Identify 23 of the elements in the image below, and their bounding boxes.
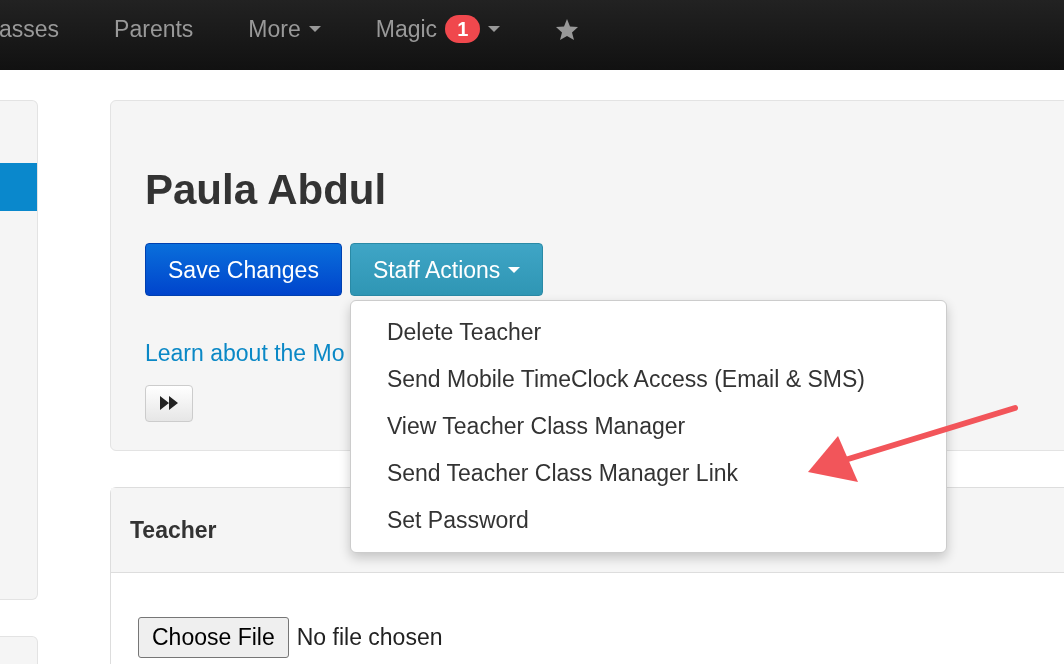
- teacher-name: Paula Abdul: [145, 165, 388, 215]
- choose-file-button[interactable]: Choose File: [138, 617, 289, 658]
- menu-item[interactable]: Send Mobile TimeClock Access (Email & SMS): [350, 356, 946, 404]
- notification-badge: 1: [445, 15, 481, 43]
- menu-item[interactable]: Delete Teacher: [350, 309, 946, 357]
- nav-link[interactable]: asses: [0, 11, 60, 47]
- nav-dropdown[interactable]: More: [248, 11, 321, 47]
- menu-item[interactable]: View Teacher Class Manager: [350, 403, 946, 451]
- caret-icon: [308, 26, 321, 32]
- file-status: No file chosen: [296, 623, 443, 652]
- favorites-star-icon[interactable]: [555, 17, 580, 41]
- side-panel: [0, 636, 38, 664]
- menu-item[interactable]: Send Teacher Class Manager Link: [350, 450, 946, 498]
- menu-item[interactable]: Set Password: [350, 497, 946, 545]
- fast-forward-button[interactable]: [145, 384, 193, 422]
- save-button[interactable]: Save Changes: [145, 243, 342, 297]
- fast-forward-icon: [159, 395, 179, 412]
- caret-icon: [508, 266, 521, 273]
- nav-dropdown[interactable]: Magic 1: [375, 11, 501, 47]
- card-title: Teacher: [130, 515, 217, 545]
- nav-link[interactable]: Parents: [114, 11, 194, 47]
- learn-link[interactable]: Learn about the Mo: [145, 336, 345, 371]
- caret-icon: [488, 26, 501, 32]
